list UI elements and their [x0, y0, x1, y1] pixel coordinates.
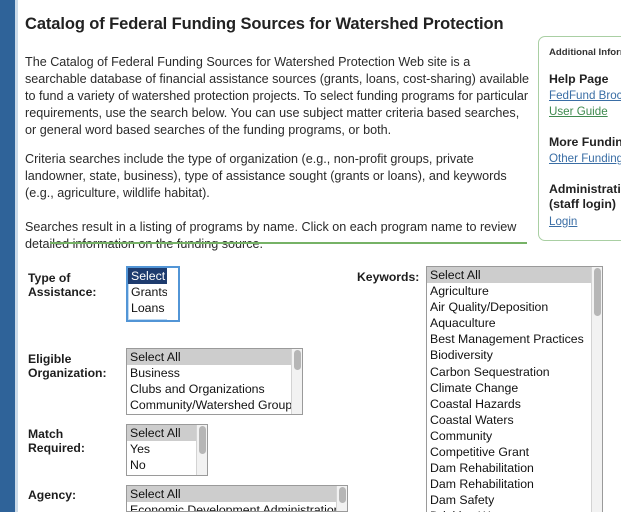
infobox-heading-administration: Administration (staff login) [549, 182, 621, 211]
option-agency-1[interactable]: Economic Development Administration [127, 502, 347, 511]
option-keywords-1[interactable]: Agriculture [427, 283, 602, 299]
section-divider [50, 242, 527, 244]
option-match-required-2[interactable]: No [127, 457, 207, 473]
scrollbar-thumb[interactable] [294, 350, 301, 370]
intro-paragraph-2: Criteria searches include the type of or… [25, 151, 507, 200]
link-user-guide[interactable]: User Guide [549, 104, 621, 120]
scrollbar-thumb[interactable] [199, 426, 206, 454]
option-keywords-10[interactable]: Community [427, 428, 602, 444]
intro-paragraph-1: The Catalog of Federal Funding Sources f… [25, 54, 530, 138]
option-keywords-7[interactable]: Climate Change [427, 380, 602, 396]
option-keywords-9[interactable]: Coastal Waters [427, 412, 602, 428]
additional-information-box: Additional Information Help Page FedFund… [538, 36, 621, 241]
option-keywords-2[interactable]: Air Quality/Deposition [427, 299, 602, 315]
infobox-spacer-2 [549, 167, 621, 182]
label-match-required: Match Required: [28, 427, 85, 455]
page-root: Catalog of Federal Funding Sources for W… [0, 0, 621, 512]
label-type-of-assistance: Type of Assistance: [28, 271, 97, 299]
infobox-section-administration: Administration (staff login) Login [549, 182, 621, 230]
left-decorative-rail [0, 0, 15, 512]
label-keywords: Keywords: [357, 270, 420, 284]
infobox-spacer-1 [549, 120, 621, 135]
listbox-agency[interactable]: Select All Economic Development Administ… [126, 485, 348, 512]
link-login[interactable]: Login [549, 214, 621, 230]
option-keywords-5[interactable]: Biodiversity [427, 347, 602, 363]
infobox-section-help: Help Page FedFund Brochure User Guide [549, 72, 621, 120]
option-eligible-organization-3[interactable]: Community/Watershed Group [127, 397, 302, 413]
scrollbar-type-of-assistance[interactable] [167, 268, 178, 320]
additional-information-title: Additional Information [549, 47, 621, 58]
label-eligible-organization: Eligible Organization: [28, 352, 107, 380]
link-other-funding-information[interactable]: Other Funding Information [549, 151, 621, 167]
option-keywords-6[interactable]: Carbon Sequestration [427, 364, 602, 380]
option-eligible-organization-1[interactable]: Business [127, 365, 302, 381]
keywords-option-list: Select All Agriculture Air Quality/Deposit… [427, 267, 602, 512]
search-criteria-form: Type of Assistance: Select All Grants Loa… [18, 258, 621, 512]
option-match-required-1[interactable]: Yes [127, 441, 207, 457]
listbox-type-of-assistance[interactable]: Select All Grants Loans [126, 266, 180, 322]
option-keywords-15[interactable]: Drinking Water [427, 508, 602, 512]
option-keywords-11[interactable]: Competitive Grant [427, 444, 602, 460]
intro-paragraph-3: Searches result in a listing of programs… [25, 219, 517, 251]
option-eligible-organization-0[interactable]: Select All [127, 349, 302, 366]
option-agency-0[interactable]: Select All [127, 486, 347, 503]
option-keywords-14[interactable]: Dam Safety [427, 492, 602, 508]
option-keywords-3[interactable]: Aquaculture [427, 315, 602, 331]
option-keywords-13[interactable]: Dam Rehabilitation [427, 476, 602, 492]
infobox-heading-help-page: Help Page [549, 72, 609, 86]
option-match-required-0[interactable]: Select All [127, 425, 207, 442]
infobox-section-more-funding: More Funding Sources Other Funding Infor… [549, 135, 621, 167]
scrollbar-agency[interactable] [336, 486, 347, 511]
label-agency: Agency: [28, 488, 77, 502]
infobox-heading-more-funding-sources: More Funding Sources [549, 135, 621, 149]
option-keywords-8[interactable]: Coastal Hazards [427, 396, 602, 412]
listbox-eligible-organization[interactable]: Select All Business Clubs and Organizati… [126, 348, 303, 415]
option-keywords-4[interactable]: Best Management Practices [427, 331, 602, 347]
listbox-match-required[interactable]: Select All Yes No [126, 424, 208, 476]
option-eligible-organization-2[interactable]: Clubs and Organizations [127, 381, 302, 397]
scrollbar-eligible-organization[interactable] [291, 349, 302, 414]
scrollbar-thumb[interactable] [339, 487, 346, 503]
main-content: Catalog of Federal Funding Sources for W… [18, 0, 621, 512]
option-keywords-12[interactable]: Dam Rehabilitation [427, 460, 602, 476]
listbox-keywords[interactable]: Select All Agriculture Air Quality/Deposit… [426, 266, 603, 512]
option-keywords-0[interactable]: Select All [427, 267, 602, 284]
scrollbar-keywords[interactable] [591, 267, 602, 512]
page-title: Catalog of Federal Funding Sources for W… [25, 15, 504, 34]
link-fedfund-brochure[interactable]: FedFund Brochure [549, 88, 621, 104]
scrollbar-thumb[interactable] [594, 268, 601, 316]
scrollbar-match-required[interactable] [196, 425, 207, 475]
